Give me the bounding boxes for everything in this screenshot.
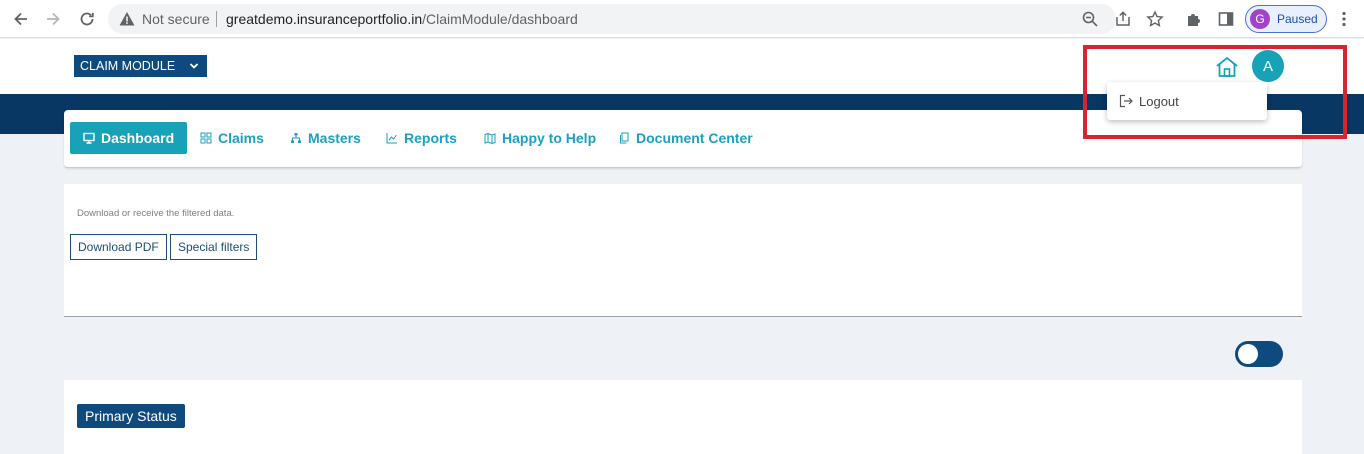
- tab-label: Masters: [308, 130, 361, 146]
- primary-status-panel: Primary Status: [64, 380, 1302, 454]
- url-host: greatdemo.insuranceportfolio.in: [226, 11, 423, 27]
- profile-status: Paused: [1277, 12, 1318, 26]
- tab-label: Reports: [404, 130, 457, 146]
- tab-happy-to-help[interactable]: Happy to Help: [484, 122, 596, 154]
- forward-button[interactable]: [40, 6, 66, 32]
- forward-arrow-icon: [47, 12, 60, 26]
- reload-icon: [80, 12, 94, 26]
- user-avatar[interactable]: A: [1252, 50, 1284, 82]
- documents-icon: [620, 132, 629, 144]
- map-icon: [484, 132, 496, 144]
- sitemap-icon: [291, 133, 301, 143]
- back-button[interactable]: [8, 6, 34, 32]
- url-path: /ClaimModule/dashboard: [422, 11, 578, 27]
- browser-menu-icon[interactable]: [1333, 8, 1355, 30]
- tab-claims[interactable]: Claims: [200, 122, 264, 154]
- reload-button[interactable]: [74, 6, 100, 32]
- filter-hint-text: Download or receive the filtered data.: [77, 208, 235, 219]
- download-pdf-button[interactable]: Download PDF: [70, 234, 167, 260]
- tab-label: Claims: [218, 130, 264, 146]
- url-text[interactable]: greatdemo.insuranceportfolio.in/ClaimMod…: [226, 11, 578, 27]
- user-dropdown-menu: Logout: [1107, 82, 1267, 120]
- tab-reports[interactable]: Reports: [386, 122, 457, 154]
- share-icon[interactable]: [1113, 9, 1133, 29]
- browser-toolbar: Not secure greatdemo.insuranceportfolio.…: [0, 0, 1364, 38]
- filter-panel: Download or receive the filtered data. D…: [64, 184, 1302, 317]
- address-bar[interactable]: Not secure greatdemo.insuranceportfolio.…: [108, 4, 1164, 34]
- toggle-knob: [1238, 344, 1258, 364]
- tab-dashboard[interactable]: Dashboard: [70, 122, 188, 154]
- grid-icon: [200, 132, 212, 144]
- logout-label: Logout: [1139, 93, 1179, 109]
- tab-masters[interactable]: Masters: [290, 122, 361, 154]
- special-filters-button[interactable]: Special filters: [170, 234, 258, 260]
- logout-menu-item[interactable]: Logout: [1107, 82, 1267, 120]
- monitor-icon: [83, 132, 95, 144]
- profile-button[interactable]: G Paused: [1245, 5, 1327, 33]
- chevron-down-icon: [189, 63, 199, 69]
- chart-icon: [386, 133, 397, 144]
- side-panel-icon[interactable]: [1215, 8, 1237, 30]
- address-separator: [216, 11, 217, 27]
- tab-document-center[interactable]: Document Center: [618, 122, 753, 154]
- logout-icon: [1119, 94, 1133, 108]
- zoom-icon[interactable]: [1080, 9, 1100, 29]
- profile-avatar: G: [1250, 9, 1270, 29]
- back-arrow-icon: [14, 12, 27, 26]
- home-icon[interactable]: [1214, 54, 1240, 80]
- tab-label: Happy to Help: [502, 130, 597, 146]
- tab-label: Document Center: [636, 130, 753, 146]
- primary-status-title: Primary Status: [77, 404, 185, 428]
- module-label: CLAIM MODULE: [80, 59, 176, 73]
- bookmark-star-icon[interactable]: [1145, 9, 1165, 29]
- view-toggle-switch[interactable]: [1235, 341, 1283, 367]
- extensions-puzzle-icon[interactable]: [1183, 8, 1205, 30]
- module-selector-button[interactable]: CLAIM MODULE: [74, 55, 207, 77]
- security-label[interactable]: Not secure: [142, 11, 210, 27]
- warning-icon: [119, 12, 135, 26]
- tab-label: Dashboard: [101, 130, 175, 146]
